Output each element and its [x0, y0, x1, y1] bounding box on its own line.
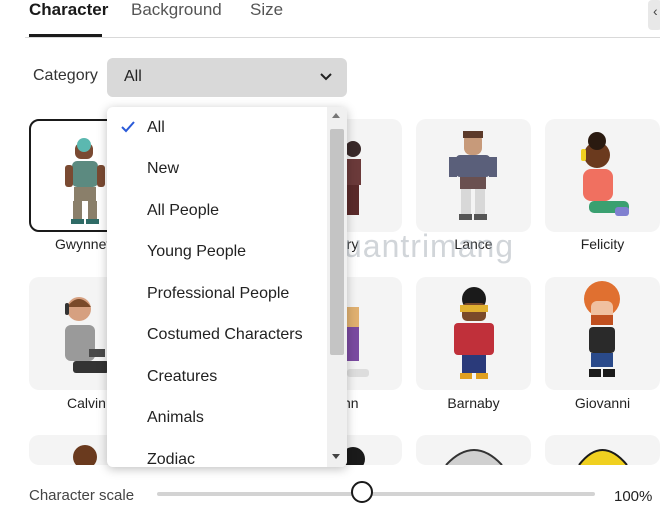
- tab-size[interactable]: Size: [250, 0, 283, 20]
- tab-bar: Character Background Size ‹: [0, 0, 660, 38]
- dropdown-option-professional-people[interactable]: Professional People: [147, 285, 327, 303]
- checkmark-icon: [121, 121, 135, 133]
- dropdown-scrollbar[interactable]: [327, 107, 347, 467]
- category-dropdown: All New All People Young People Professi…: [107, 107, 347, 467]
- dropdown-option-new[interactable]: New: [147, 160, 327, 178]
- chevron-icon: ‹: [653, 3, 658, 19]
- character-felicity-image: [581, 132, 629, 216]
- character-scale-track[interactable]: [157, 492, 595, 496]
- category-select[interactable]: All: [107, 58, 347, 97]
- character-giovanni-image: [584, 281, 620, 377]
- dropdown-option-all[interactable]: All: [147, 119, 327, 137]
- dropdown-option-zodiac[interactable]: Zodiac: [147, 451, 327, 467]
- character-card-partial[interactable]: [545, 435, 660, 465]
- dropdown-option-young-people[interactable]: Young People: [147, 243, 327, 261]
- tab-background[interactable]: Background: [131, 0, 222, 20]
- character-lance-image: [449, 131, 497, 220]
- tab-character[interactable]: Character: [29, 0, 108, 20]
- character-card-barnaby[interactable]: [416, 277, 531, 390]
- character-name: Giovanni: [574, 395, 631, 411]
- category-selected-value: All: [124, 68, 142, 85]
- dropdown-option-all-people[interactable]: All People: [147, 202, 327, 220]
- scroll-up-icon[interactable]: [332, 113, 340, 118]
- scrollbar-thumb[interactable]: [330, 129, 344, 355]
- dropdown-option-animals[interactable]: Animals: [147, 409, 327, 427]
- category-label: Category: [33, 67, 98, 84]
- dropdown-option-creatures[interactable]: Creatures: [147, 368, 327, 386]
- character-partial-image: [578, 449, 628, 465]
- collapse-button[interactable]: ‹: [648, 0, 660, 30]
- character-card-lance[interactable]: [416, 119, 531, 232]
- character-scale-thumb[interactable]: [351, 481, 373, 503]
- character-card-felicity[interactable]: [545, 119, 660, 232]
- character-card-giovanni[interactable]: [545, 277, 660, 390]
- watermark-text: uantrimang: [344, 228, 515, 264]
- character-partial-image: [445, 449, 503, 465]
- character-name: Felicity: [580, 236, 625, 252]
- character-name: Barnaby: [447, 395, 500, 411]
- dropdown-option-costumed-characters[interactable]: Costumed Characters: [147, 326, 327, 344]
- tab-divider: [25, 37, 660, 38]
- character-card-partial[interactable]: [416, 435, 531, 465]
- scroll-down-icon[interactable]: [332, 454, 340, 459]
- character-scale-label: Character scale: [29, 487, 135, 504]
- character-barnaby-image: [454, 287, 494, 379]
- character-scale-value: 100%: [614, 488, 653, 505]
- chevron-down-icon: [320, 73, 332, 81]
